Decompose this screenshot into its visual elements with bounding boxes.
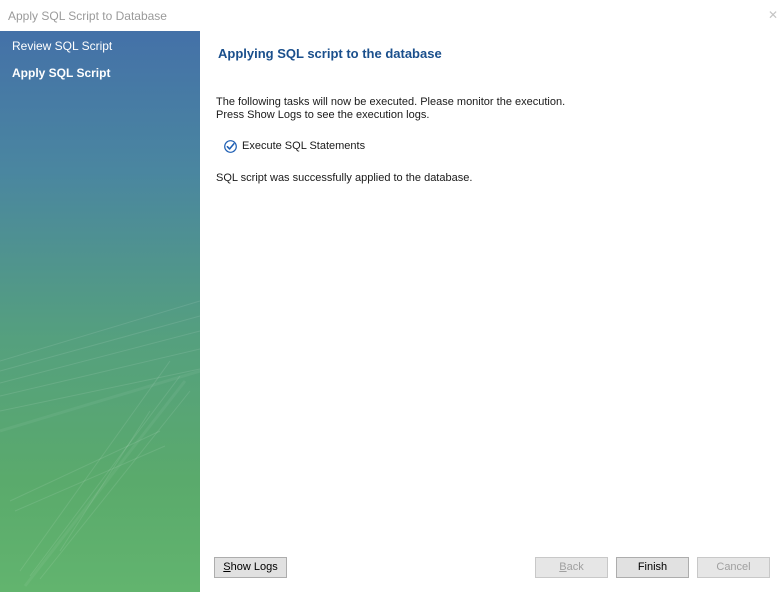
- window-title: Apply SQL Script to Database: [8, 9, 167, 23]
- description-line-2: Press Show Logs to see the execution log…: [216, 109, 430, 121]
- wizard-sidebar: Review SQL Script Apply SQL Script: [0, 31, 200, 592]
- back-mnemonic: B: [559, 561, 567, 573]
- sidebar-item-review-sql-script: Review SQL Script: [12, 39, 113, 53]
- task-label: Execute SQL Statements: [242, 140, 366, 152]
- status-message: SQL script was successfully applied to t…: [216, 172, 473, 184]
- check-circle-icon: [224, 139, 237, 153]
- sidebar-item-apply-sql-script: Apply SQL Script: [12, 66, 111, 80]
- show-logs-button[interactable]: Show Logs: [214, 557, 287, 578]
- show-logs-label: how Logs: [230, 561, 278, 573]
- back-label: ack: [566, 561, 584, 573]
- finish-button[interactable]: Finish: [616, 557, 689, 578]
- back-button[interactable]: Back: [535, 557, 608, 578]
- sidebar-decoration: [0, 300, 200, 587]
- task-execute-sql-statements: Execute SQL Statements: [224, 139, 365, 153]
- close-icon[interactable]: ✕: [766, 8, 780, 22]
- title-bar: Apply SQL Script to Database ✕: [0, 0, 784, 31]
- description-line-1: The following tasks will now be executed…: [216, 96, 566, 108]
- apply-sql-script-dialog: Apply SQL Script to Database ✕ Review SQ…: [0, 0, 784, 592]
- show-logs-mnemonic: S: [223, 561, 231, 573]
- page-title: Applying SQL script to the database: [218, 46, 442, 61]
- cancel-button[interactable]: Cancel: [697, 557, 770, 578]
